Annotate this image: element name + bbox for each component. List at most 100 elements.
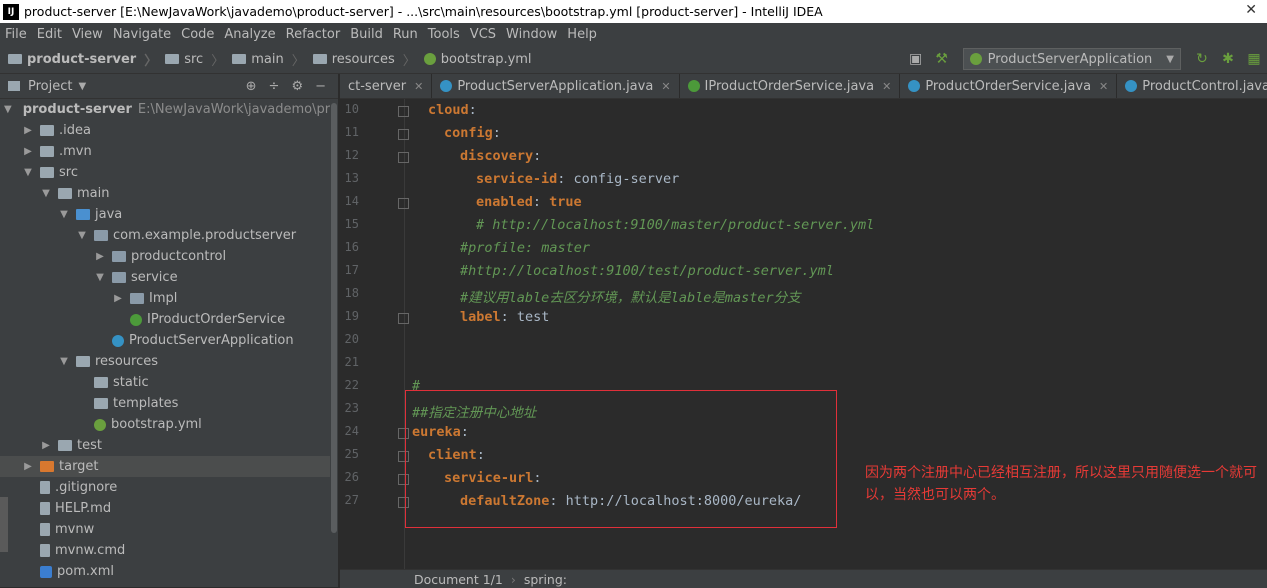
tree-item[interactable]: ▼ java (0, 204, 338, 225)
tree-item[interactable]: ▶ .idea (0, 120, 338, 141)
code-line: label: test (460, 309, 549, 325)
tree-item[interactable]: ▶ target (0, 456, 338, 477)
expanded-arrow-icon[interactable]: ▼ (22, 167, 34, 178)
yaml-path[interactable]: spring: (524, 572, 567, 587)
fold-marker-icon[interactable] (398, 106, 409, 117)
editor-tab[interactable]: ct-server ✕ (340, 74, 433, 98)
expanded-arrow-icon[interactable]: ▼ (94, 272, 106, 283)
project-view-selector[interactable]: Project (28, 79, 72, 94)
menu-analyze[interactable]: Analyze (224, 27, 275, 42)
debug-bug-icon[interactable]: ✱ (1220, 51, 1236, 67)
close-tab-icon[interactable]: ✕ (414, 80, 423, 93)
tree-item[interactable]: bootstrap.yml (0, 414, 338, 435)
tree-item-label: src (59, 165, 78, 180)
project-scrollbar[interactable] (330, 99, 338, 587)
pkg-icon (130, 293, 144, 304)
close-tab-icon[interactable]: ✕ (1099, 80, 1108, 93)
folder-icon (165, 54, 180, 64)
folder-icon (40, 146, 54, 157)
yaml-separator: : (468, 102, 477, 118)
menu-run[interactable]: Run (393, 27, 418, 42)
menu-tools[interactable]: Tools (428, 27, 460, 42)
collapsed-arrow-icon[interactable]: ▶ (40, 440, 52, 451)
tree-item[interactable]: ▼ resources (0, 351, 338, 372)
window-close-icon[interactable]: ✕ (1245, 2, 1257, 18)
close-tab-icon[interactable]: ✕ (661, 80, 670, 93)
tree-item[interactable]: ProductServerApplication (0, 330, 338, 351)
folder-icon (58, 440, 72, 451)
line-number: 14 (344, 194, 359, 208)
expanded-arrow-icon[interactable]: ▼ (58, 209, 70, 220)
tree-item[interactable]: ▶ test (0, 435, 338, 456)
tree-item[interactable]: HELP.md (0, 498, 338, 519)
collapse-all-icon[interactable]: ÷ (269, 79, 280, 94)
expanded-arrow-icon[interactable]: ▼ (40, 188, 52, 199)
breadcrumb-src[interactable]: src 〉 (165, 50, 224, 69)
coverage-icon[interactable]: ▦ (1246, 51, 1262, 67)
breadcrumb-file[interactable]: bootstrap.yml (423, 52, 532, 67)
file-icon (40, 523, 50, 536)
close-tab-icon[interactable]: ✕ (882, 80, 891, 93)
gear-icon[interactable]: ⚙ (291, 79, 303, 94)
collapsed-arrow-icon[interactable]: ▶ (22, 461, 34, 472)
editor-tab[interactable]: IProductOrderService.java ✕ (680, 74, 901, 98)
menu-vcs[interactable]: VCS (470, 27, 496, 42)
tree-item[interactable]: .gitignore (0, 477, 338, 498)
collapsed-arrow-icon[interactable]: ▶ (22, 146, 34, 157)
tree-item[interactable]: ▼ product-server E:\NewJavaWork\javademo\p… (0, 99, 338, 120)
run-config-dropdown[interactable]: ProductServerApplication ▼ (962, 48, 1181, 70)
file-type-icon (687, 80, 700, 92)
expanded-arrow-icon[interactable]: ▼ (58, 356, 70, 367)
menu-build[interactable]: Build (350, 27, 383, 42)
line-number: 12 (344, 148, 359, 162)
build-hammer-icon[interactable]: ⚒ (934, 51, 950, 67)
fold-marker-icon[interactable] (398, 152, 409, 163)
menu-edit[interactable]: Edit (37, 27, 62, 42)
expanded-arrow-icon[interactable]: ▼ (4, 104, 12, 115)
breadcrumb-resources[interactable]: resources 〉 (312, 50, 416, 69)
navigation-bar: product-server 〉 src 〉 main 〉 resources 〉 bo… (0, 45, 1267, 74)
fold-marker-icon[interactable] (398, 198, 409, 209)
menu-navigate[interactable]: Navigate (113, 27, 171, 42)
terminal-icon[interactable]: ▣ (908, 51, 924, 67)
tree-item[interactable]: ▼ src (0, 162, 338, 183)
fold-marker-icon[interactable] (398, 313, 409, 324)
tree-item[interactable]: ▼ main (0, 183, 338, 204)
minimize-icon[interactable]: − (315, 79, 326, 94)
document-indicator[interactable]: Document 1/1 (414, 572, 503, 587)
locate-icon[interactable]: ⊕ (246, 79, 257, 94)
tree-item[interactable]: ▶ .mvn (0, 141, 338, 162)
menu-window[interactable]: Window (506, 27, 557, 42)
collapsed-arrow-icon[interactable]: ▶ (94, 251, 106, 262)
tree-item[interactable]: templates (0, 393, 338, 414)
breadcrumb-project[interactable]: product-server 〉 (8, 50, 157, 69)
menu-refactor[interactable]: Refactor (286, 27, 341, 42)
collapsed-arrow-icon[interactable]: ▶ (22, 125, 34, 136)
editor-tab[interactable]: ProductControl.java✕ (1117, 74, 1267, 98)
tree-item[interactable]: IProductOrderService (0, 309, 338, 330)
tree-item[interactable]: ▶ productcontrol (0, 246, 338, 267)
tree-item[interactable]: mvnw (0, 519, 338, 540)
rerun-icon[interactable]: ↻ (1194, 51, 1210, 67)
tree-item[interactable]: ▼ service (0, 267, 338, 288)
tree-item[interactable]: pom.xml (0, 561, 338, 582)
menu-help[interactable]: Help (567, 27, 597, 42)
tree-item[interactable]: static (0, 372, 338, 393)
code-line: discovery: (460, 148, 541, 164)
tree-item[interactable]: ▼ com.example.productserver (0, 225, 338, 246)
tree-item[interactable]: ▶ Impl (0, 288, 338, 309)
code-line: service-id: config-server (476, 171, 679, 187)
side-tool-strip[interactable] (0, 497, 8, 552)
menu-view[interactable]: View (72, 27, 103, 42)
menu-file[interactable]: File (5, 27, 27, 42)
collapsed-arrow-icon[interactable]: ▶ (112, 293, 124, 304)
editor-tab[interactable]: ProductOrderService.java ✕ (900, 74, 1118, 98)
line-number: 22 (344, 378, 359, 392)
expanded-arrow-icon[interactable]: ▼ (76, 230, 88, 241)
menu-code[interactable]: Code (181, 27, 214, 42)
chevron-down-icon[interactable]: ▼ (78, 81, 86, 92)
editor-tab[interactable]: ProductServerApplication.java ✕ (432, 74, 680, 98)
tree-item[interactable]: mvnw.cmd (0, 540, 338, 561)
breadcrumb-main[interactable]: main 〉 (232, 50, 305, 69)
fold-marker-icon[interactable] (398, 129, 409, 140)
